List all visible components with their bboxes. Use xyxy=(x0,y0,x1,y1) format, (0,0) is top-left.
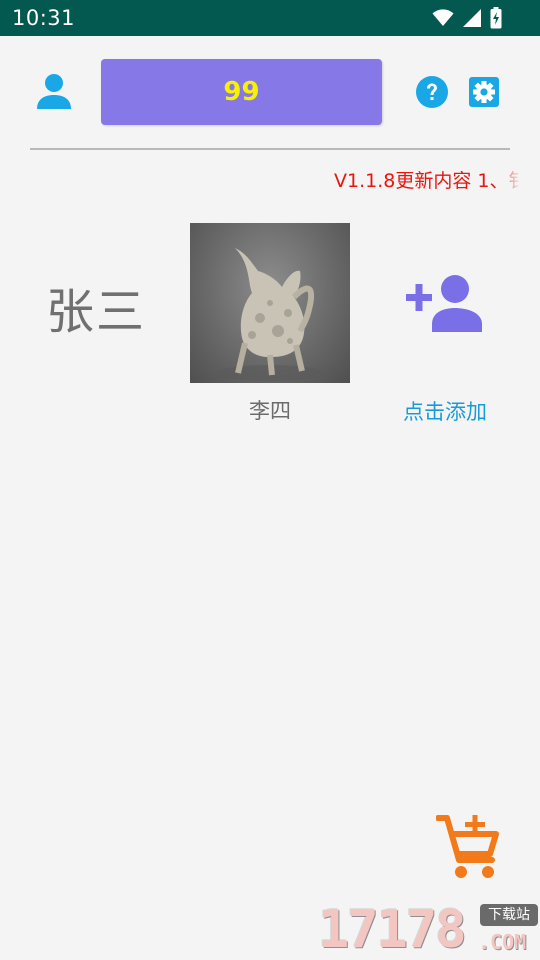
wifi-icon xyxy=(432,9,454,26)
header-divider xyxy=(30,148,510,150)
status-time: 10:31 xyxy=(12,6,76,30)
add-person-label[interactable]: 点击添加 xyxy=(380,396,510,426)
vessel-image xyxy=(215,248,325,381)
count-display: 99 xyxy=(101,59,382,125)
signal-icon xyxy=(463,9,481,27)
person-photo-lisi[interactable] xyxy=(190,223,350,383)
status-icons xyxy=(432,7,502,29)
add-to-cart-icon xyxy=(435,815,499,878)
status-bar: 10:31 xyxy=(0,0,540,36)
watermark-digits: 17178 xyxy=(318,900,467,960)
user-icon xyxy=(37,74,71,109)
person-name-lisi: 李四 xyxy=(249,399,291,423)
announcement-text: V1.1.8更新内容 1、钅 xyxy=(334,170,522,192)
help-button[interactable] xyxy=(416,76,448,108)
site-watermark: 17178 下载站 .COM xyxy=(316,900,540,960)
user-profile-button[interactable] xyxy=(34,72,74,112)
person-name-zhangsan[interactable]: 张三 xyxy=(46,272,146,342)
gear-icon xyxy=(469,77,499,107)
add-user-icon xyxy=(406,275,482,332)
count-value: 99 xyxy=(223,77,260,107)
add-person-button[interactable] xyxy=(406,274,484,332)
watermark-suffix: .COM xyxy=(478,930,527,954)
help-icon xyxy=(416,76,448,108)
settings-button[interactable] xyxy=(469,77,499,107)
add-to-cart-button[interactable] xyxy=(435,814,502,880)
watermark-tag: 下载站 xyxy=(480,904,538,926)
battery-icon xyxy=(490,7,502,29)
announcement-marquee: V1.1.8更新内容 1、钅 xyxy=(330,166,522,196)
